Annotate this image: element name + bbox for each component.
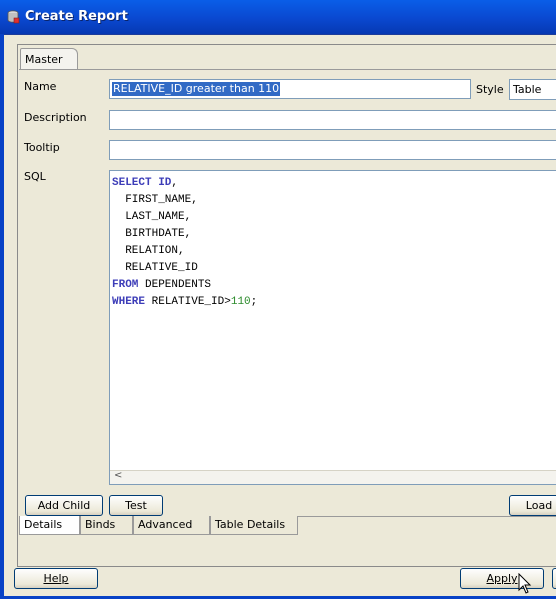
ok-button-partial[interactable] xyxy=(552,568,556,589)
style-label: Style xyxy=(476,83,504,96)
sql-editor[interactable]: SELECT ID, FIRST_NAME, LAST_NAME, BIRTHD… xyxy=(109,170,556,485)
sql-line: LAST_NAME, xyxy=(112,209,257,226)
tooltip-label: Tooltip xyxy=(24,141,60,154)
tab-master[interactable]: Master xyxy=(20,48,78,70)
description-field[interactable] xyxy=(109,110,556,130)
load-button[interactable]: Load xyxy=(509,495,556,516)
style-select[interactable]: Table xyxy=(509,79,556,100)
sql-keyword: FROM xyxy=(112,279,139,291)
tab-details[interactable]: Details xyxy=(19,516,80,535)
sql-keyword: WHERE xyxy=(112,296,146,308)
sql-text: ; xyxy=(250,296,258,308)
tab-table-details[interactable]: Table Details xyxy=(210,516,298,535)
sql-line: RELATIVE_ID xyxy=(112,260,257,277)
help-button[interactable]: Help xyxy=(14,568,98,589)
sql-text: RELATIVE_ID xyxy=(112,262,198,274)
sql-line: FROM DEPENDENTS xyxy=(112,277,257,294)
sql-line: BIRTHDATE, xyxy=(112,226,257,243)
database-icon xyxy=(7,10,20,24)
name-label: Name xyxy=(24,80,57,93)
apply-button-label: Apply xyxy=(486,572,518,585)
tab-master-label: Master xyxy=(25,53,63,66)
sql-number: 110 xyxy=(230,296,251,308)
sql-line: WHERE RELATIVE_ID>110; xyxy=(112,294,257,311)
sql-line: SELECT ID, xyxy=(112,175,257,192)
sql-label: SQL xyxy=(24,170,46,183)
name-field[interactable]: RELATIVE_ID greater than 110 xyxy=(109,79,471,99)
tab-advanced[interactable]: Advanced xyxy=(133,516,210,535)
add-child-button[interactable]: Add Child xyxy=(25,495,103,516)
window-title: Create Report xyxy=(25,9,128,24)
sql-line: FIRST_NAME, xyxy=(112,192,257,209)
sql-horizontal-scrollbar[interactable]: < xyxy=(110,470,556,484)
sql-text: FIRST_NAME, xyxy=(112,194,198,206)
sql-line: RELATION, xyxy=(112,243,257,260)
style-value: Table xyxy=(513,83,542,96)
test-button[interactable]: Test xyxy=(109,495,163,516)
sql-text: , xyxy=(171,177,179,189)
sql-text: LAST_NAME, xyxy=(112,211,192,223)
tooltip-field[interactable] xyxy=(109,140,556,160)
sql-text: RELATION, xyxy=(112,245,185,257)
scroll-left-icon[interactable]: < xyxy=(114,470,122,481)
sql-code: SELECT ID, FIRST_NAME, LAST_NAME, BIRTHD… xyxy=(112,175,257,311)
description-label: Description xyxy=(24,111,87,124)
window-frame-left xyxy=(0,34,4,599)
tab-binds[interactable]: Binds xyxy=(80,516,133,535)
sql-keyword: SELECT ID xyxy=(112,177,172,189)
sql-text: DEPENDENTS xyxy=(138,279,212,291)
mouse-pointer-icon xyxy=(518,573,532,594)
help-button-label: Help xyxy=(43,572,69,585)
sql-text: BIRTHDATE, xyxy=(112,228,192,240)
name-value: RELATIVE_ID greater than 110 xyxy=(112,82,281,96)
sql-text: RELATIVE_ID> xyxy=(145,296,231,308)
title-bar: Create Report xyxy=(0,0,556,35)
